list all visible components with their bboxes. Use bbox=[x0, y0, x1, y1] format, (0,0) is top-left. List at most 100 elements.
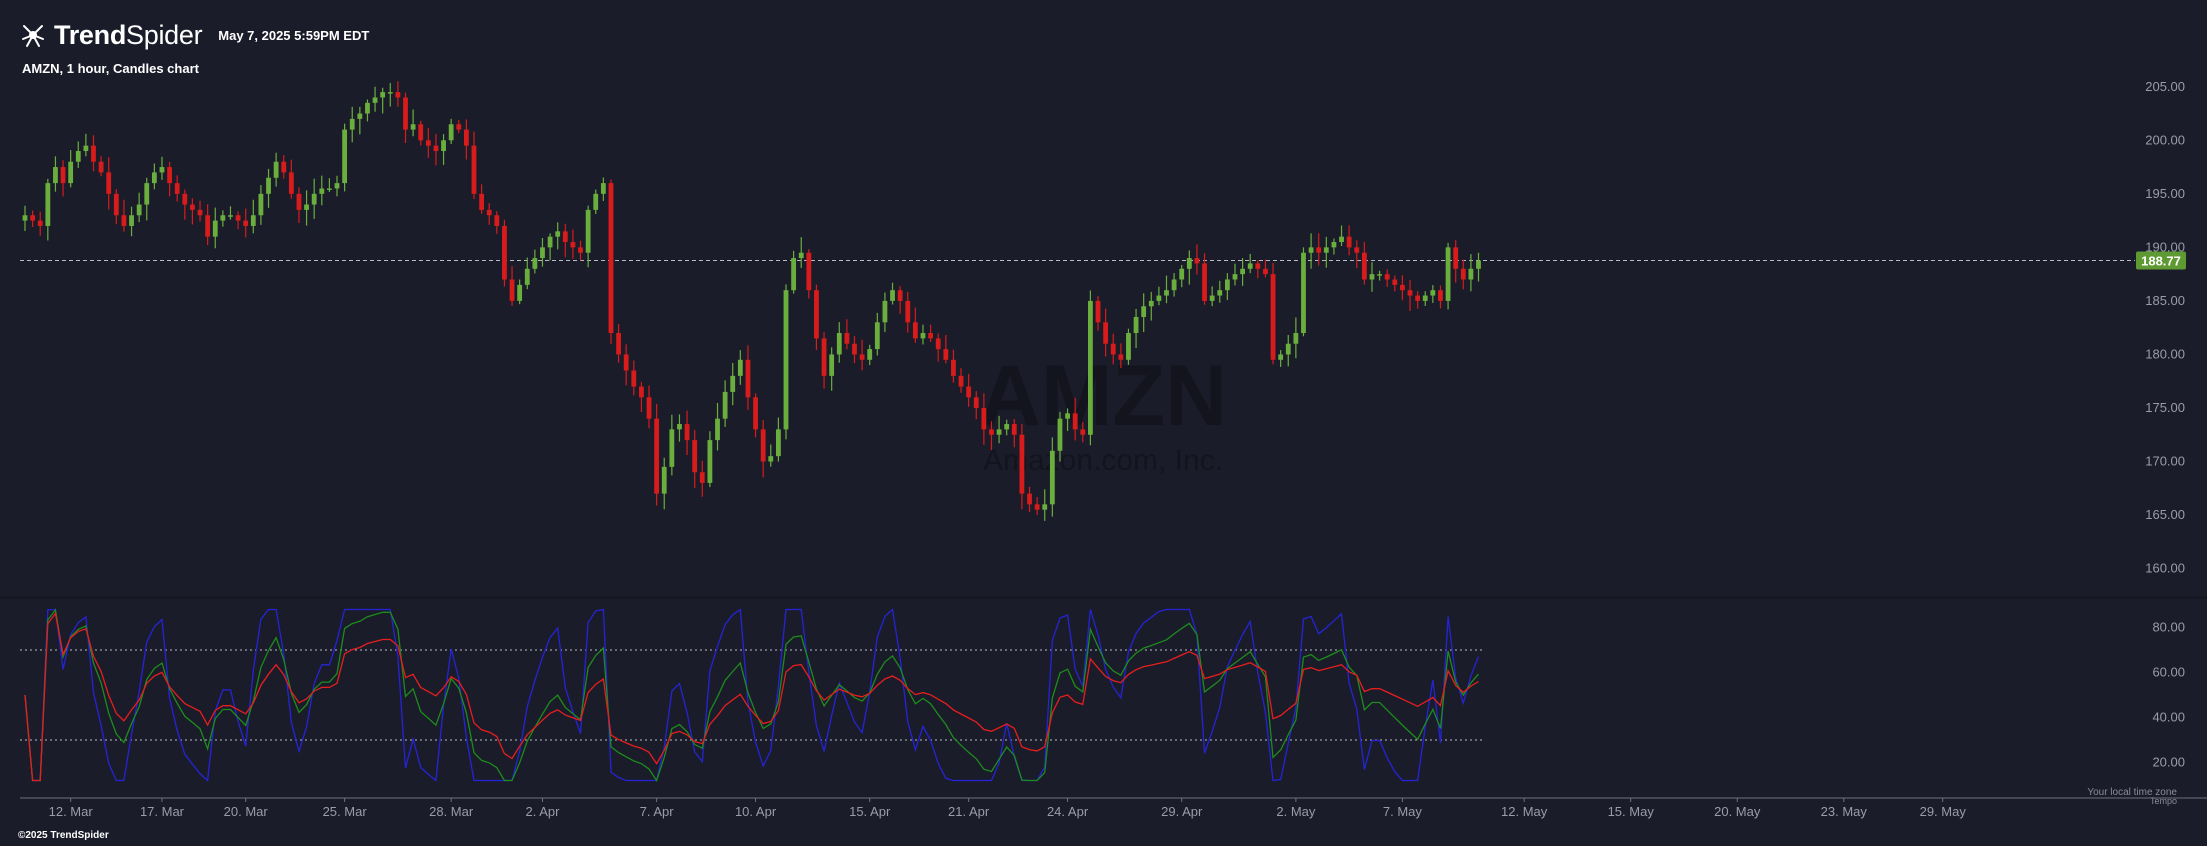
candle bbox=[22, 205, 28, 232]
candle bbox=[1278, 350, 1284, 367]
candle bbox=[783, 284, 789, 440]
price-tick-label: 185.00 bbox=[2145, 293, 2185, 308]
candle-body bbox=[737, 359, 743, 376]
candle-body bbox=[220, 215, 226, 221]
candle-body bbox=[775, 429, 781, 457]
candle-body bbox=[821, 338, 827, 376]
candle bbox=[1247, 253, 1253, 274]
candle-body bbox=[479, 193, 484, 210]
candle-body bbox=[1186, 258, 1192, 269]
candle-body bbox=[593, 193, 599, 210]
candle-body bbox=[441, 140, 446, 152]
candle-body bbox=[190, 204, 195, 210]
price-chart[interactable]: AMZN Amazon.com, Inc. 160.00165.00170.00… bbox=[0, 0, 2207, 846]
candle bbox=[1438, 285, 1443, 309]
candle-body bbox=[1202, 263, 1207, 301]
candle-body bbox=[646, 397, 652, 419]
candle bbox=[737, 350, 743, 385]
time-tick-label: 15. Apr bbox=[849, 804, 891, 819]
candle-body bbox=[1072, 413, 1078, 430]
candle-body bbox=[486, 209, 492, 216]
candle bbox=[395, 81, 401, 107]
candle bbox=[182, 189, 188, 220]
candle-body bbox=[768, 456, 774, 462]
candle-body bbox=[1065, 413, 1070, 419]
candle bbox=[235, 211, 241, 230]
candle-body bbox=[1004, 424, 1010, 430]
candle bbox=[608, 179, 614, 344]
candle-body bbox=[288, 172, 294, 194]
candle bbox=[912, 307, 918, 343]
candle-body bbox=[730, 375, 736, 392]
candle bbox=[859, 339, 865, 371]
copyright: ©2025 TrendSpider bbox=[18, 830, 109, 841]
candle bbox=[1270, 262, 1276, 365]
candle bbox=[593, 189, 599, 214]
candle bbox=[220, 210, 226, 227]
time-tick-label: 20. May bbox=[1714, 804, 1761, 819]
price-tick-label: 175.00 bbox=[2145, 400, 2185, 415]
candle-body bbox=[882, 300, 888, 323]
candle bbox=[966, 373, 972, 407]
candle bbox=[37, 211, 43, 236]
candle-body bbox=[349, 118, 355, 130]
watermark-name: Amazon.com, Inc. bbox=[983, 444, 1223, 477]
candle bbox=[1232, 263, 1238, 286]
candle-body bbox=[509, 279, 515, 301]
candle-body bbox=[1019, 434, 1025, 494]
candle-body bbox=[456, 124, 462, 130]
candle bbox=[205, 204, 211, 246]
candle bbox=[403, 92, 408, 143]
candle-body bbox=[1316, 247, 1322, 253]
candle-body bbox=[859, 354, 865, 360]
candle-body bbox=[1095, 300, 1101, 323]
candle bbox=[852, 336, 857, 364]
candle-body bbox=[91, 145, 96, 162]
candle-body bbox=[1453, 247, 1459, 269]
candle-body bbox=[1103, 322, 1109, 344]
candle-body bbox=[897, 290, 903, 301]
candle-body bbox=[1377, 274, 1382, 276]
candle bbox=[1027, 486, 1032, 513]
candle bbox=[631, 360, 637, 396]
candle bbox=[1460, 259, 1466, 290]
candle-body bbox=[562, 231, 568, 243]
candle-body bbox=[418, 124, 424, 141]
candle-body bbox=[1278, 354, 1284, 360]
oscillator-tick-label: 60.00 bbox=[2152, 665, 2185, 680]
candle bbox=[418, 120, 424, 146]
price-tick-label: 180.00 bbox=[2145, 346, 2185, 361]
candle bbox=[380, 87, 386, 114]
time-tick-label: 7. May bbox=[1383, 804, 1423, 819]
candle bbox=[600, 177, 606, 201]
candle-body bbox=[1460, 268, 1466, 280]
candle bbox=[68, 150, 74, 188]
candle bbox=[441, 134, 446, 165]
candle-body bbox=[121, 215, 127, 226]
candle-body bbox=[1194, 258, 1200, 264]
time-tick-label: 10. Apr bbox=[735, 804, 777, 819]
candle bbox=[1339, 225, 1344, 247]
candle-body bbox=[1255, 263, 1261, 269]
candle bbox=[562, 223, 568, 258]
candle bbox=[83, 133, 89, 157]
candle-body bbox=[1217, 290, 1223, 296]
candle bbox=[45, 178, 51, 241]
candle-body bbox=[403, 97, 408, 130]
candle-body bbox=[791, 258, 797, 291]
candle-body bbox=[266, 177, 271, 194]
time-tick-label: 21. Apr bbox=[948, 804, 990, 819]
candle bbox=[1331, 238, 1337, 255]
candle bbox=[159, 156, 165, 180]
time-tick-label: 29. Apr bbox=[1161, 804, 1203, 819]
candle-body bbox=[715, 418, 720, 441]
candle-body bbox=[1263, 268, 1268, 275]
candle-body bbox=[212, 220, 218, 237]
candle-body bbox=[167, 167, 172, 184]
candle bbox=[30, 210, 36, 227]
candle bbox=[372, 86, 378, 112]
candle bbox=[768, 444, 774, 467]
candle bbox=[524, 257, 530, 290]
candle-body bbox=[1400, 284, 1405, 291]
candle bbox=[920, 324, 926, 345]
